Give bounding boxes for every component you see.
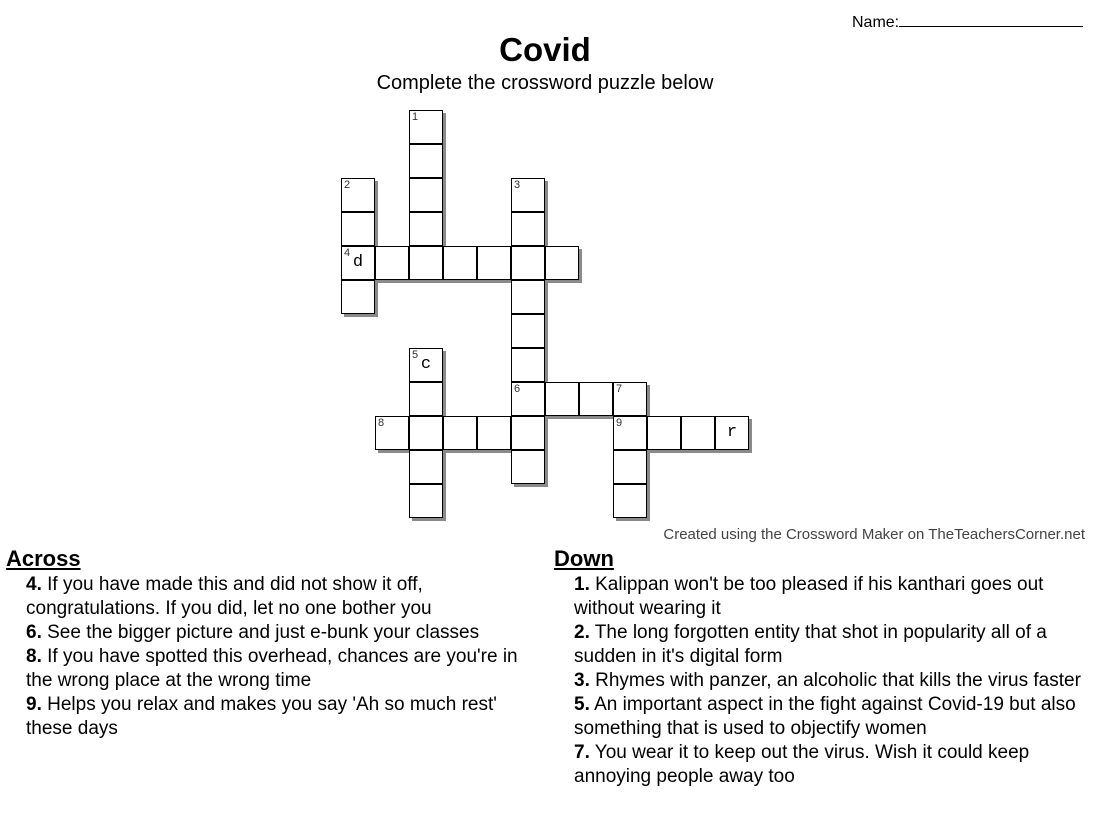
clue-text: See the bigger picture and just e-bunk y… (41, 622, 480, 643)
down-heading: Down (554, 546, 614, 571)
clue-number: 9 (616, 417, 623, 429)
crossword-cell[interactable] (341, 280, 375, 314)
crossword-cell[interactable]: 5c (409, 348, 443, 382)
crossword-cell[interactable] (579, 382, 613, 416)
down-list: 1. Kalippan won't be too pleased if his … (554, 573, 1094, 789)
clue-num: 8. (26, 646, 42, 667)
crossword-cell[interactable] (409, 450, 443, 484)
cell-letter: c (420, 355, 432, 374)
down-clue: 2. The long forgotten entity that shot i… (574, 621, 1094, 669)
crossword-cell[interactable] (613, 450, 647, 484)
clue-text: If you have made this and did not show i… (26, 574, 432, 619)
crossword-cell[interactable] (511, 450, 545, 484)
across-clues: Across 4. If you have made this and did … (6, 545, 536, 741)
clue-text: An important aspect in the fight against… (574, 694, 1076, 739)
clue-text: Kalippan won't be too pleased if his kan… (574, 574, 1044, 619)
crossword-cell[interactable]: 1 (409, 110, 443, 144)
cell-letter: r (726, 423, 738, 442)
crossword-cell[interactable] (409, 178, 443, 212)
crossword-cell[interactable] (511, 280, 545, 314)
crossword-cell[interactable] (511, 246, 545, 280)
clue-number: 6 (514, 383, 521, 395)
crossword-cell[interactable] (409, 382, 443, 416)
crossword-cell[interactable] (511, 416, 545, 450)
across-clue: 4. If you have made this and did not sho… (26, 573, 536, 621)
across-clue: 9. Helps you relax and makes you say 'Ah… (26, 693, 536, 741)
crossword-cell[interactable] (443, 416, 477, 450)
crossword-cell[interactable]: 8 (375, 416, 409, 450)
crossword-cell[interactable] (375, 246, 409, 280)
clue-text: Rhymes with panzer, an alcoholic that ki… (589, 670, 1081, 691)
across-heading: Across (6, 546, 81, 571)
cell-letter: d (352, 253, 364, 272)
crossword-cell[interactable] (409, 246, 443, 280)
crossword-cell[interactable] (409, 144, 443, 178)
crossword-grid: 1 2 3 4d 5c 6 7 8 9 r (0, 0, 1109, 530)
clue-text: The long forgotten entity that shot in p… (574, 622, 1047, 667)
crossword-cell[interactable]: 3 (511, 178, 545, 212)
clue-num: 7. (574, 742, 590, 763)
crossword-cell[interactable] (443, 246, 477, 280)
clue-num: 2. (574, 622, 590, 643)
crossword-cell[interactable]: 9 (613, 416, 647, 450)
crossword-cell[interactable] (545, 382, 579, 416)
credit-text: Created using the Crossword Maker on The… (663, 526, 1085, 543)
crossword-cell[interactable]: 6 (511, 382, 545, 416)
clue-number: 3 (514, 179, 521, 191)
across-clue: 8. If you have spotted this overhead, ch… (26, 645, 536, 693)
crossword-cell[interactable] (511, 314, 545, 348)
crossword-cell[interactable]: 7 (613, 382, 647, 416)
clue-number: 1 (412, 111, 419, 123)
down-clue: 5. An important aspect in the fight agai… (574, 693, 1094, 741)
clue-text: You wear it to keep out the virus. Wish … (574, 742, 1030, 787)
clue-num: 1. (574, 574, 590, 595)
crossword-cell[interactable] (511, 348, 545, 382)
crossword-cell[interactable] (477, 246, 511, 280)
crossword-cell[interactable]: 4d (341, 246, 375, 280)
crossword-cell[interactable] (613, 484, 647, 518)
crossword-cell[interactable]: r (715, 416, 749, 450)
clue-text: If you have spotted this overhead, chanc… (26, 646, 518, 691)
crossword-cell[interactable] (681, 416, 715, 450)
down-clue: 3. Rhymes with panzer, an alcoholic that… (574, 669, 1094, 693)
down-clue: 7. You wear it to keep out the virus. Wi… (574, 741, 1094, 789)
clue-number: 7 (616, 383, 623, 395)
crossword-cell[interactable] (511, 212, 545, 246)
crossword-cell[interactable]: 2 (341, 178, 375, 212)
clue-num: 4. (26, 574, 42, 595)
across-clue: 6. See the bigger picture and just e-bun… (26, 621, 536, 645)
down-clues: Down 1. Kalippan won't be too pleased if… (554, 545, 1094, 789)
clue-num: 9. (26, 694, 42, 715)
clue-num: 5. (574, 694, 590, 715)
crossword-cell[interactable] (341, 212, 375, 246)
clue-num: 3. (574, 670, 590, 691)
across-list: 4. If you have made this and did not sho… (6, 573, 536, 741)
crossword-cell[interactable] (409, 484, 443, 518)
clue-num: 6. (26, 622, 42, 643)
down-clue: 1. Kalippan won't be too pleased if his … (574, 573, 1094, 621)
clue-text: Helps you relax and makes you say 'Ah so… (26, 694, 497, 739)
crossword-cell[interactable] (477, 416, 511, 450)
crossword-cell[interactable] (545, 246, 579, 280)
clue-number: 2 (344, 179, 351, 191)
crossword-cell[interactable] (647, 416, 681, 450)
crossword-cell[interactable] (409, 212, 443, 246)
clue-number: 8 (378, 417, 385, 429)
crossword-cell[interactable] (409, 416, 443, 450)
